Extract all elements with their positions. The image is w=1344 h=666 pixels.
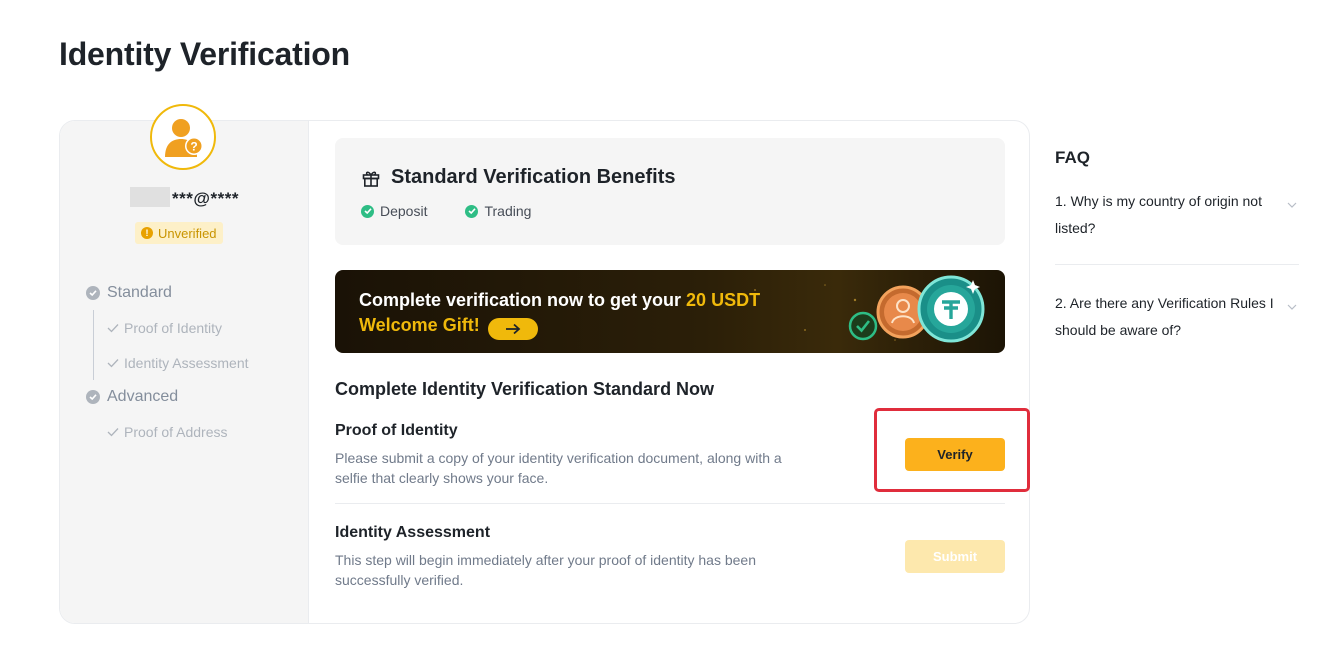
warning-icon: ! (141, 227, 153, 239)
faq-item[interactable]: 1. Why is my country of origin not liste… (1055, 188, 1299, 265)
level-label: Standard (107, 284, 172, 301)
benefits-title-text: Standard Verification Benefits (391, 166, 676, 188)
promo-banner[interactable]: Complete verification now to get your 20… (335, 270, 1005, 353)
sub-step-proof-of-address: Proof of Address (107, 414, 249, 449)
chevron-down-icon (1287, 304, 1297, 310)
avatar: ? (150, 104, 216, 170)
user-unknown-icon: ? (165, 119, 203, 157)
sub-step-label: Identity Assessment (124, 354, 249, 371)
task-description: This step will begin immediately after y… (335, 552, 756, 588)
status-badge: ! Unverified (135, 222, 223, 244)
promo-line1: Complete verification now to get your (359, 290, 687, 310)
standard-sub-steps: Proof of Identity Identity Assessment (93, 310, 249, 380)
verification-steps: Standard Proof of Identity Identity Asse… (86, 281, 249, 454)
sub-step-label: Proof of Identity (124, 319, 223, 336)
sub-step-identity-assessment: Identity Assessment (107, 345, 249, 380)
check-circle-icon (361, 204, 374, 218)
task-description: Please submit a copy of your identity ve… (335, 450, 782, 486)
faq-panel: FAQ 1. Why is my country of origin not l… (1055, 148, 1299, 344)
gift-icon (362, 171, 380, 187)
check-circle-icon (86, 286, 100, 300)
task-title: Identity Assessment (335, 524, 491, 541)
user-id-text: ***@**** (172, 189, 239, 208)
promo-line2: Welcome Gift! (359, 315, 480, 335)
faq-question: 2. Are there any Verification Rules I sh… (1055, 295, 1274, 338)
checkmark-icon (107, 323, 119, 332)
section-title: Complete Identity Verification Standard … (335, 379, 715, 399)
checkmark-icon (107, 358, 119, 367)
check-circle-icon (86, 390, 100, 404)
arrow-right-icon (505, 323, 521, 335)
sub-step-proof-of-identity: Proof of Identity (107, 310, 249, 345)
level-advanced: Advanced (86, 385, 249, 409)
promo-amount: 20 USDT (686, 290, 761, 310)
faq-question: 1. Why is my country of origin not liste… (1055, 193, 1262, 236)
level-label: Advanced (107, 388, 179, 405)
arrow-right-button[interactable] (487, 318, 538, 340)
profile-sidebar: ***@**** ! Unverified Standard Proof of … (60, 121, 309, 623)
faq-title: FAQ (1055, 148, 1090, 167)
benefit-label: Deposit (380, 203, 428, 219)
faq-item[interactable]: 2. Are there any Verification Rules I sh… (1055, 290, 1299, 344)
level-standard: Standard (86, 281, 249, 305)
sub-step-label: Proof of Address (124, 423, 228, 440)
highlight-box (874, 408, 1030, 492)
status-text: Unverified (158, 225, 217, 241)
chevron-down-icon (1287, 202, 1297, 208)
benefit-list: Deposit Trading (361, 203, 531, 219)
svg-text:?: ? (190, 140, 197, 154)
reward-coins-icon (848, 275, 985, 343)
benefit-deposit: Deposit (361, 203, 427, 219)
page-title: Identity Verification (59, 36, 350, 72)
checkmark-icon (107, 427, 119, 436)
benefit-trading: Trading (465, 203, 531, 219)
task-identity-assessment: Identity Assessment This step will begin… (335, 524, 1005, 590)
benefit-label: Trading (484, 203, 532, 219)
verification-card: ***@**** ! Unverified Standard Proof of … (59, 120, 1030, 624)
benefits-title: Standard Verification Benefits (361, 166, 676, 189)
promo-text: Complete verification now to get your 20… (359, 288, 760, 340)
redacted-mask (130, 187, 171, 207)
advanced-sub-steps: Proof of Address (93, 414, 249, 449)
submit-button[interactable]: Submit (905, 540, 1005, 573)
benefits-panel: Standard Verification Benefits Deposit T… (335, 138, 1005, 245)
check-circle-icon (465, 204, 479, 218)
user-id: ***@**** (60, 187, 309, 209)
